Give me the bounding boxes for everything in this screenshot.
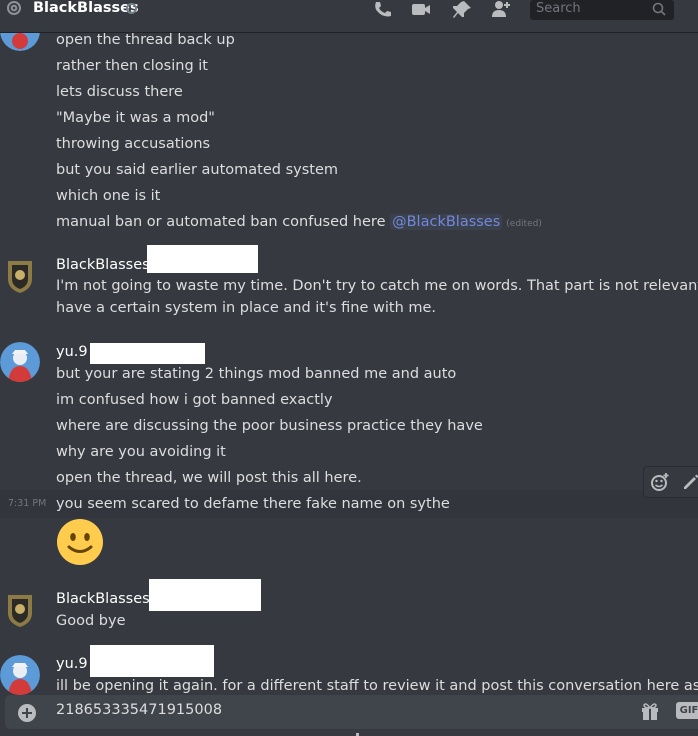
message-line: have a certain system in place and it's … [56,300,437,316]
message-input[interactable]: 218653335471915008 GIF [5,695,698,729]
username[interactable]: BlackBlasses [56,589,150,609]
slightly-smiling-face-emoji [57,519,103,565]
message-line: which one is it [56,188,161,204]
username[interactable]: BlackBlasses [56,255,150,275]
message-text: manual ban or automated ban confused her… [56,214,391,230]
message-line: Good bye [56,613,126,629]
username[interactable]: yu.9 [56,654,88,674]
message-list: open the thread back up rather then clos… [0,33,698,695]
message-line: rather then closing it [56,58,208,74]
gift-icon[interactable] [640,701,660,721]
message-line: lets discuss there [56,84,183,100]
message-line: but you said earlier automated system [56,162,339,178]
message-line: why are you avoiding it [56,444,226,460]
search-icon [652,2,666,16]
message-composer: 218653335471915008 GIF [0,695,698,736]
redacted-box [90,645,214,677]
add-reaction-icon[interactable] [650,472,670,492]
status-icon [126,3,137,14]
message-actions-toolbar [643,466,698,498]
pin-icon[interactable] [451,0,473,20]
channel-name: BlackBlasses [33,0,139,16]
message-line-with-mention: manual ban or automated ban confused her… [56,211,542,235]
user-mention[interactable]: @BlackBlasses [390,214,503,230]
username[interactable]: yu.9 [56,342,88,362]
phone-call-icon[interactable] [371,0,393,20]
message-line: I'm not going to waste my time. Don't tr… [56,278,698,294]
at-icon [7,1,21,15]
message-line: im confused how i got banned exactly [56,392,333,408]
redacted-box [147,245,258,273]
avatar[interactable] [0,33,40,51]
redacted-box [90,343,205,364]
video-call-icon[interactable] [410,0,432,20]
message-line: open the thread back up [56,33,235,48]
avatar[interactable] [0,589,40,629]
upload-plus-icon[interactable] [17,703,37,723]
channel-header: BlackBlasses Search [0,0,698,33]
message-line: "Maybe it was a mod" [56,110,215,126]
search-input[interactable]: Search [530,0,674,20]
message-line: but your are stating 2 things mod banned… [56,366,457,382]
message-line: open the thread, we will post this all h… [56,470,362,486]
avatar[interactable] [0,255,40,295]
avatar[interactable] [0,342,40,382]
search-placeholder: Search [536,1,581,16]
message-input-text: 218653335471915008 [56,702,223,718]
edit-pencil-icon[interactable] [682,473,698,491]
message-timestamp: 7:31 PM [8,498,47,509]
message-line: throwing accusations [56,136,211,152]
avatar[interactable] [0,655,40,695]
message-line: ill be opening it again. for a different… [56,678,698,694]
edited-label: (edited) [506,219,542,229]
message-line: where are discussing the poor business p… [56,418,483,434]
redacted-box [149,579,261,611]
message-line: you seem scared to defame there fake nam… [56,496,450,512]
add-friend-icon[interactable] [490,0,512,20]
gif-button[interactable]: GIF [676,702,698,719]
